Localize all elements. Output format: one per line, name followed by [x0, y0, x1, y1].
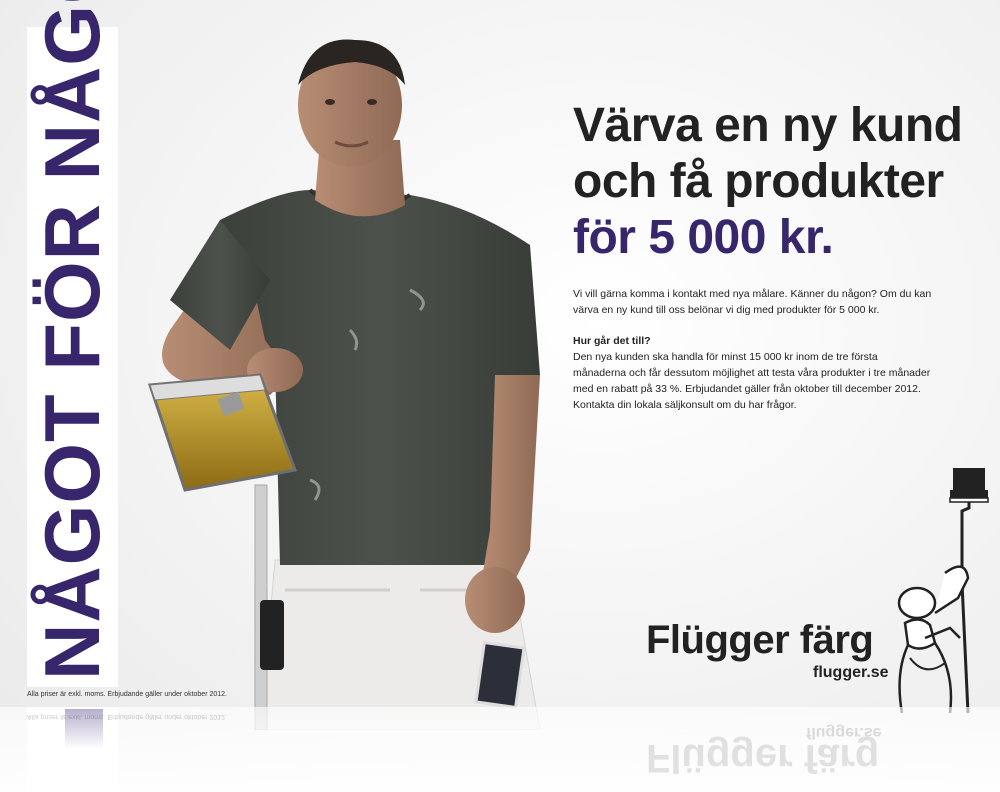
painter-logo-icon — [897, 468, 989, 713]
logo-reflection: Flügger färg — [646, 736, 880, 780]
intro-paragraph: Vi vill gärna komma i kontakt med nya må… — [573, 288, 932, 316]
banner-slogan: NÅGOT FÖR NÅGOT — [28, 0, 116, 680]
price-footnote: Alla priser är exkl. moms. Erbjudande gä… — [27, 691, 227, 698]
body-copy: Vi vill gärna komma i kontakt med nya må… — [573, 286, 933, 428]
brand-website[interactable]: flugger.se — [813, 664, 889, 682]
headline-line-2: och få produkter — [573, 155, 944, 208]
brand-logo: Flügger färg — [646, 618, 874, 662]
website-reflection: flugger.se — [806, 724, 882, 741]
footnote-reflection: Alla priser är exkl. moms. Erbjudande gä… — [27, 713, 227, 720]
headline: Värva en ny kund och få produkter för 5 … — [573, 98, 983, 266]
headline-line-1: Värva en ny kund — [573, 99, 963, 152]
question-heading: Hur går det till? — [573, 335, 651, 347]
painter-man-photo — [147, 39, 541, 730]
headline-line-3: för 5 000 kr. — [573, 211, 834, 264]
details-paragraph: Den nya kunden ska handla för minst 15 0… — [573, 351, 931, 411]
